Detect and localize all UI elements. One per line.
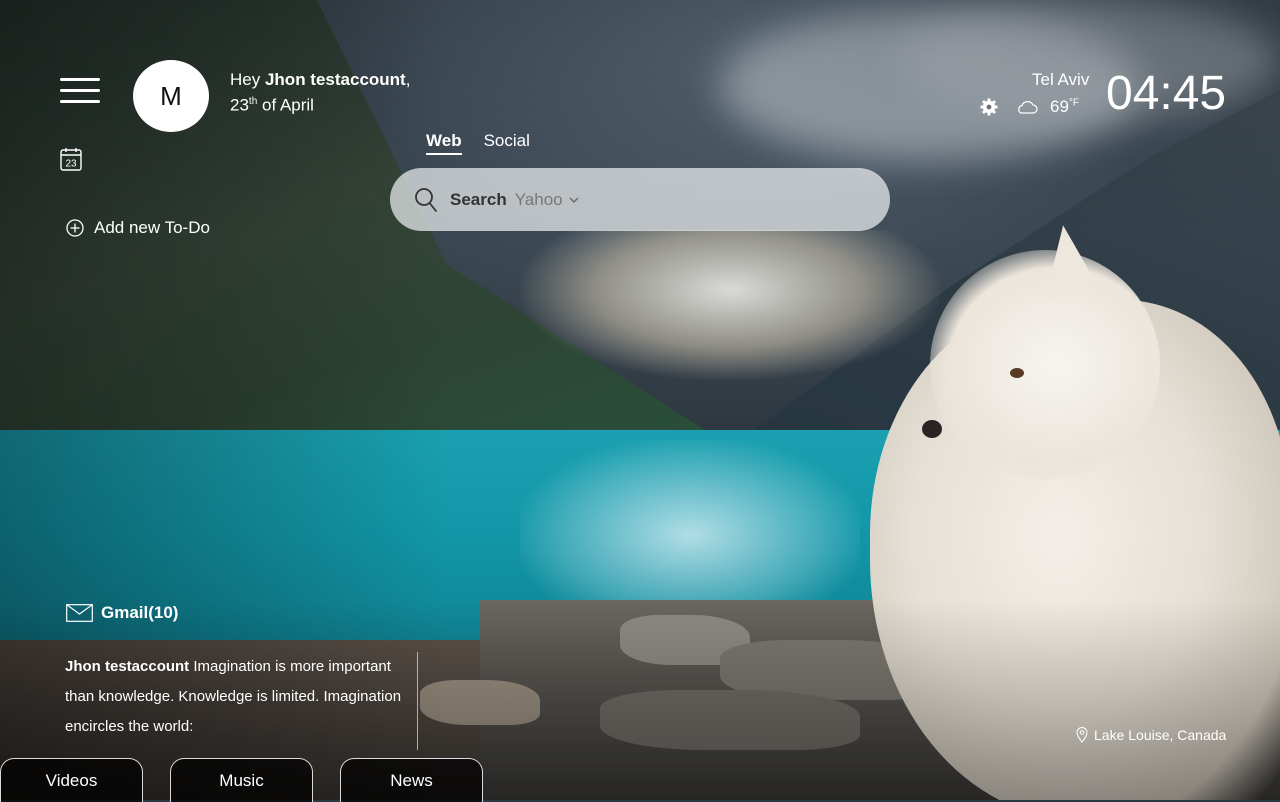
date-ordinal: th [248,96,258,107]
greeting-prefix: Hey [230,70,265,89]
search-bar[interactable]: Search Yahoo [390,168,890,231]
tab-web[interactable]: Web [426,131,462,155]
avatar[interactable]: M [133,60,209,132]
bottom-tabs: Videos Music News [0,758,483,802]
search-label: Search [450,189,507,209]
weather-city: Tel Aviv [1032,70,1090,89]
gear-icon[interactable] [980,98,998,116]
weather-widget: 69°F [980,97,1079,117]
temp-value: 69 [1050,97,1069,116]
mail-preview[interactable]: Jhon testaccount Imagination is more imp… [65,652,418,750]
user-name: Jhon testaccount [264,70,406,89]
add-todo-label: Add new To-Do [94,218,210,237]
menu-icon[interactable] [60,78,100,104]
add-todo-button[interactable]: Add new To-Do [66,218,210,238]
tab-music[interactable]: Music [170,758,313,802]
tab-videos[interactable]: Videos [0,758,143,802]
clock: 04:45 [1106,67,1227,120]
temp-unit: °F [1068,97,1080,109]
date-day: 23 [230,95,249,115]
avatar-initial: M [160,80,182,111]
chevron-down-icon [569,197,579,203]
photo-location[interactable]: Lake Louise, Canada [1076,727,1226,743]
weather-temp: 69°F [1050,97,1079,117]
cloud-icon [1018,101,1038,114]
photo-location-label: Lake Louise, Canada [1094,727,1227,743]
search-engine-select[interactable]: Yahoo [515,190,579,210]
tab-news[interactable]: News [340,758,483,802]
calendar-icon[interactable]: 23 [60,147,82,171]
tab-social[interactable]: Social [484,131,530,155]
search-engine-name: Yahoo [514,189,563,209]
search-tabs: Web Social [426,131,530,155]
mail-icon [66,604,93,622]
map-pin-icon [1076,727,1088,743]
mail-sender: Jhon testaccount [65,658,190,675]
search-icon[interactable] [414,187,438,213]
calendar-day: 23 [65,159,77,170]
plus-circle-icon [66,219,84,237]
gmail-label: Gmail(10) [101,603,179,622]
greeting-suffix: , [405,70,411,89]
greeting: Hey Jhon testaccount, 23th of April [230,69,410,117]
date-rest: of April [257,95,314,115]
gmail-link[interactable]: Gmail(10) [66,603,178,623]
